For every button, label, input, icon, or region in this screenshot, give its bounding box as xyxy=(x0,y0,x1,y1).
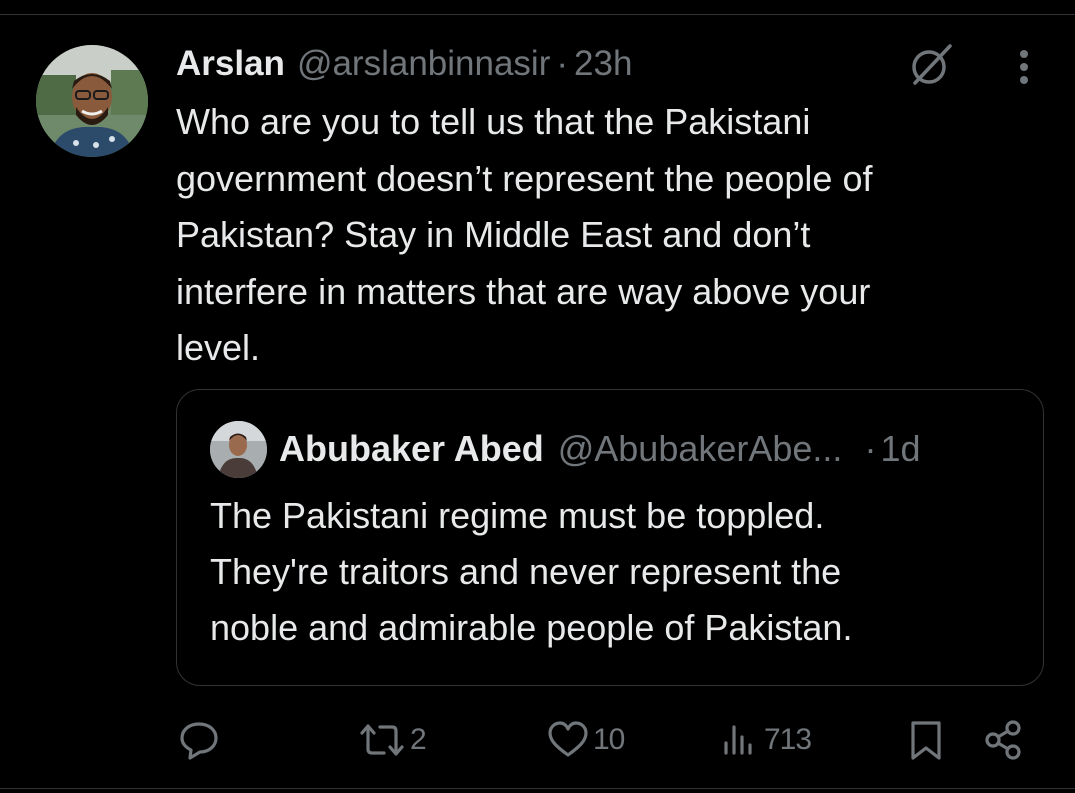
quote-author-display-name[interactable]: Abubaker Abed xyxy=(279,428,544,470)
quote-text-line: The Pakistani regime must be toppled. xyxy=(210,495,825,536)
reply-button[interactable] xyxy=(176,716,224,764)
separator-dot: · xyxy=(556,44,569,83)
grok-slash-icon[interactable] xyxy=(906,40,956,90)
tweet-text-line: government doesn’t represent the people … xyxy=(176,157,873,199)
quote-tweet-card[interactable]: Abubaker Abed @AbubakerAbe... · 1d The P… xyxy=(176,389,1044,686)
like-button[interactable]: 10 xyxy=(545,716,625,764)
bookmark-button[interactable] xyxy=(904,716,948,764)
heart-icon xyxy=(548,721,588,757)
quote-author-avatar-photo xyxy=(210,421,267,478)
quote-text-line: noble and admirable people of Pakistan. xyxy=(210,607,853,648)
repost-icon xyxy=(360,724,404,756)
repost-button[interactable]: 2 xyxy=(356,716,427,764)
quote-text: The Pakistani regime must be toppled. Th… xyxy=(210,488,1030,656)
author-display-name[interactable]: Arslan xyxy=(176,44,285,84)
tweet-text: Who are you to tell us that the Pakistan… xyxy=(176,94,1046,377)
tweet-header: Arslan @arslanbinnasir · 23h xyxy=(176,40,632,88)
quote-timestamp[interactable]: 1d xyxy=(880,428,920,470)
quote-header: Abubaker Abed @AbubakerAbe... · 1d xyxy=(279,424,920,474)
tweet-text-line: Pakistan? Stay in Middle East and don’t xyxy=(176,214,811,255)
author-handle[interactable]: @arslanbinnasir xyxy=(297,44,550,84)
bottom-divider xyxy=(0,788,1075,789)
quote-text-line: They're traitors and never represent the xyxy=(210,551,842,592)
views-count: 713 xyxy=(764,723,812,756)
repost-count: 2 xyxy=(410,723,427,756)
tweet-text-line: level. xyxy=(176,327,261,368)
author-avatar[interactable] xyxy=(36,45,148,157)
share-icon xyxy=(985,720,1021,760)
vertical-ellipsis-icon[interactable] xyxy=(1006,46,1042,86)
like-count: 10 xyxy=(593,723,625,756)
views-button[interactable]: 713 xyxy=(720,716,812,764)
share-button[interactable] xyxy=(980,716,1026,764)
views-chart-icon xyxy=(724,725,752,755)
quote-author-avatar[interactable] xyxy=(210,421,267,478)
tweet-text-line: interfere in matters that are way above … xyxy=(176,270,871,312)
top-divider xyxy=(0,14,1075,15)
quote-separator-dot: · xyxy=(864,428,877,469)
bookmark-icon xyxy=(911,721,941,760)
quote-author-handle[interactable]: @AbubakerAbe... xyxy=(558,428,843,470)
tweet-timestamp[interactable]: 23h xyxy=(574,44,632,84)
author-avatar-photo xyxy=(36,45,148,157)
reply-icon xyxy=(180,722,218,760)
tweet-text-line: Who are you to tell us that the Pakistan… xyxy=(176,101,811,142)
